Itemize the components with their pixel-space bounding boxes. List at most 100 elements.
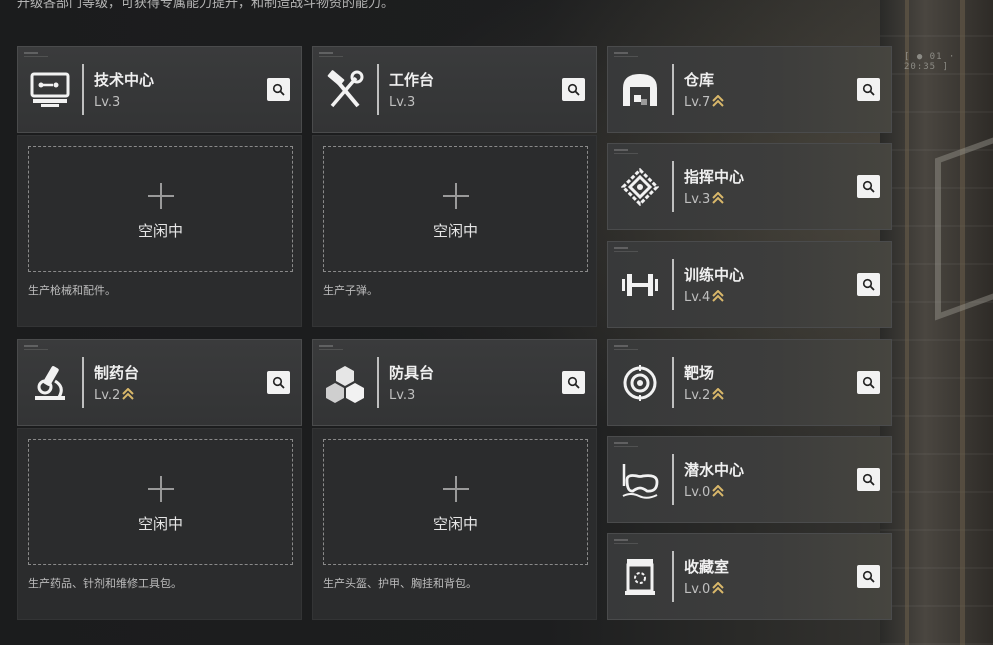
facility-level: Lv.3 — [389, 95, 416, 110]
facility-name: 仓库 — [684, 71, 715, 89]
card-ticker — [614, 349, 638, 350]
diving-mask-icon — [617, 458, 663, 502]
card-separator — [672, 161, 674, 212]
facility-name: 技术中心 — [94, 71, 155, 89]
facility-level: Lv.2 — [94, 387, 135, 405]
upgrade-available-icon — [712, 581, 725, 599]
card-separator — [672, 64, 674, 115]
intro-text: 升级各部门等级，可获得专属能力提升，和制造战斗物资的能力。 — [17, 0, 395, 11]
card-ticker — [614, 446, 638, 447]
facility-name: 工作台 — [389, 71, 435, 89]
facility-name: 靶场 — [684, 364, 715, 382]
command-center-icon — [617, 165, 663, 209]
facility-card-warehouse[interactable]: 仓库 Lv.7 — [607, 46, 892, 133]
upgrade-available-icon — [712, 289, 725, 307]
facility-level: Lv.0 — [684, 581, 725, 599]
card-separator — [672, 357, 674, 408]
slot-description: 生产子弹。 — [323, 284, 378, 297]
upgrade-available-icon — [712, 387, 725, 405]
inspect-button[interactable] — [562, 78, 585, 101]
add-production-button[interactable]: 空闲中 — [28, 146, 293, 272]
facility-card-collection-room[interactable]: 收藏室 Lv.0 — [607, 533, 892, 620]
search-icon — [272, 83, 285, 96]
upgrade-available-icon — [712, 94, 725, 112]
facility-name: 训练中心 — [684, 266, 745, 284]
hammer-wrench-icon — [322, 68, 368, 112]
facility-level: Lv.3 — [389, 388, 416, 403]
target-icon — [617, 361, 663, 405]
plus-icon — [442, 476, 469, 502]
card-ticker — [614, 153, 638, 154]
facility-card-diving-center[interactable]: 潜水中心 Lv.0 — [607, 436, 892, 523]
background-beam — [905, 0, 909, 645]
plus-icon — [147, 183, 174, 209]
inspect-button[interactable] — [857, 175, 880, 198]
facility-level: Lv.3 — [94, 95, 121, 110]
armor-cubes-icon — [322, 361, 368, 405]
inspect-button[interactable] — [267, 371, 290, 394]
facility-level: Lv.3 — [684, 191, 725, 209]
card-ticker — [319, 56, 343, 57]
inspect-button[interactable] — [857, 78, 880, 101]
inspect-button[interactable] — [857, 468, 880, 491]
search-icon — [862, 376, 875, 389]
card-ticker — [614, 56, 638, 57]
facility-name: 收藏室 — [684, 558, 730, 576]
facility-card-tech-center[interactable]: 技术中心 Lv.3 — [17, 46, 302, 133]
card-ticker — [614, 543, 638, 544]
facility-card-command-center[interactable]: 指挥中心 Lv.3 — [607, 143, 892, 230]
idle-label: 空闲中 — [137, 222, 183, 240]
card-ticker — [614, 149, 628, 151]
add-production-button[interactable]: 空闲中 — [28, 439, 293, 565]
facility-level: Lv.0 — [684, 484, 725, 502]
production-slot-armor-bench: 空闲中 生产头盔、护甲、胸挂和背包。 — [312, 428, 597, 620]
facility-name: 潜水中心 — [684, 461, 745, 479]
add-production-button[interactable]: 空闲中 — [323, 146, 588, 272]
search-icon — [862, 570, 875, 583]
search-icon — [862, 473, 875, 486]
base-facilities-screen: [ ● 01 · 20:35 ] 升级各部门等级，可获得专属能力提升，和制造战斗… — [0, 0, 993, 645]
upgrade-available-icon — [712, 484, 725, 502]
inspect-button[interactable] — [857, 273, 880, 296]
upgrade-available-icon — [122, 387, 135, 405]
card-separator — [82, 64, 84, 115]
upgrade-available-icon — [712, 191, 725, 209]
facility-card-shooting-range[interactable]: 靶场 Lv.2 — [607, 339, 892, 426]
inspect-button[interactable] — [562, 371, 585, 394]
facility-name: 制药台 — [94, 364, 140, 382]
production-slot-tech-center: 空闲中 生产枪械和配件。 — [17, 135, 302, 327]
card-separator — [672, 259, 674, 310]
slot-description: 生产药品、针剂和维修工具包。 — [28, 577, 182, 590]
card-ticker — [319, 349, 343, 350]
facility-card-training-center[interactable]: 训练中心 Lv.4 — [607, 241, 892, 328]
card-ticker — [614, 247, 628, 249]
card-ticker — [24, 56, 48, 57]
slot-description: 生产枪械和配件。 — [28, 284, 116, 297]
search-icon — [272, 376, 285, 389]
search-icon — [567, 376, 580, 389]
card-separator — [672, 551, 674, 602]
facility-card-pharmacy[interactable]: 制药台 Lv.2 — [17, 339, 302, 426]
background-beam — [960, 0, 965, 645]
card-separator — [377, 64, 379, 115]
idle-label: 空闲中 — [432, 515, 478, 533]
search-icon — [567, 83, 580, 96]
inspect-button[interactable] — [857, 565, 880, 588]
search-icon — [862, 83, 875, 96]
card-ticker — [24, 345, 38, 347]
microscope-icon — [27, 361, 73, 405]
facility-card-armor-bench[interactable]: 防具台 Lv.3 — [312, 339, 597, 426]
card-separator — [377, 357, 379, 408]
facility-name: 防具台 — [389, 364, 435, 382]
inspect-button[interactable] — [857, 371, 880, 394]
facility-card-workbench[interactable]: 工作台 Lv.3 — [312, 46, 597, 133]
card-separator — [82, 357, 84, 408]
card-ticker — [614, 539, 628, 541]
tech-center-icon — [27, 68, 73, 112]
card-ticker — [319, 52, 333, 54]
warehouse-icon — [617, 68, 663, 112]
add-production-button[interactable]: 空闲中 — [323, 439, 588, 565]
search-icon — [862, 180, 875, 193]
inspect-button[interactable] — [267, 78, 290, 101]
card-ticker — [614, 442, 628, 444]
